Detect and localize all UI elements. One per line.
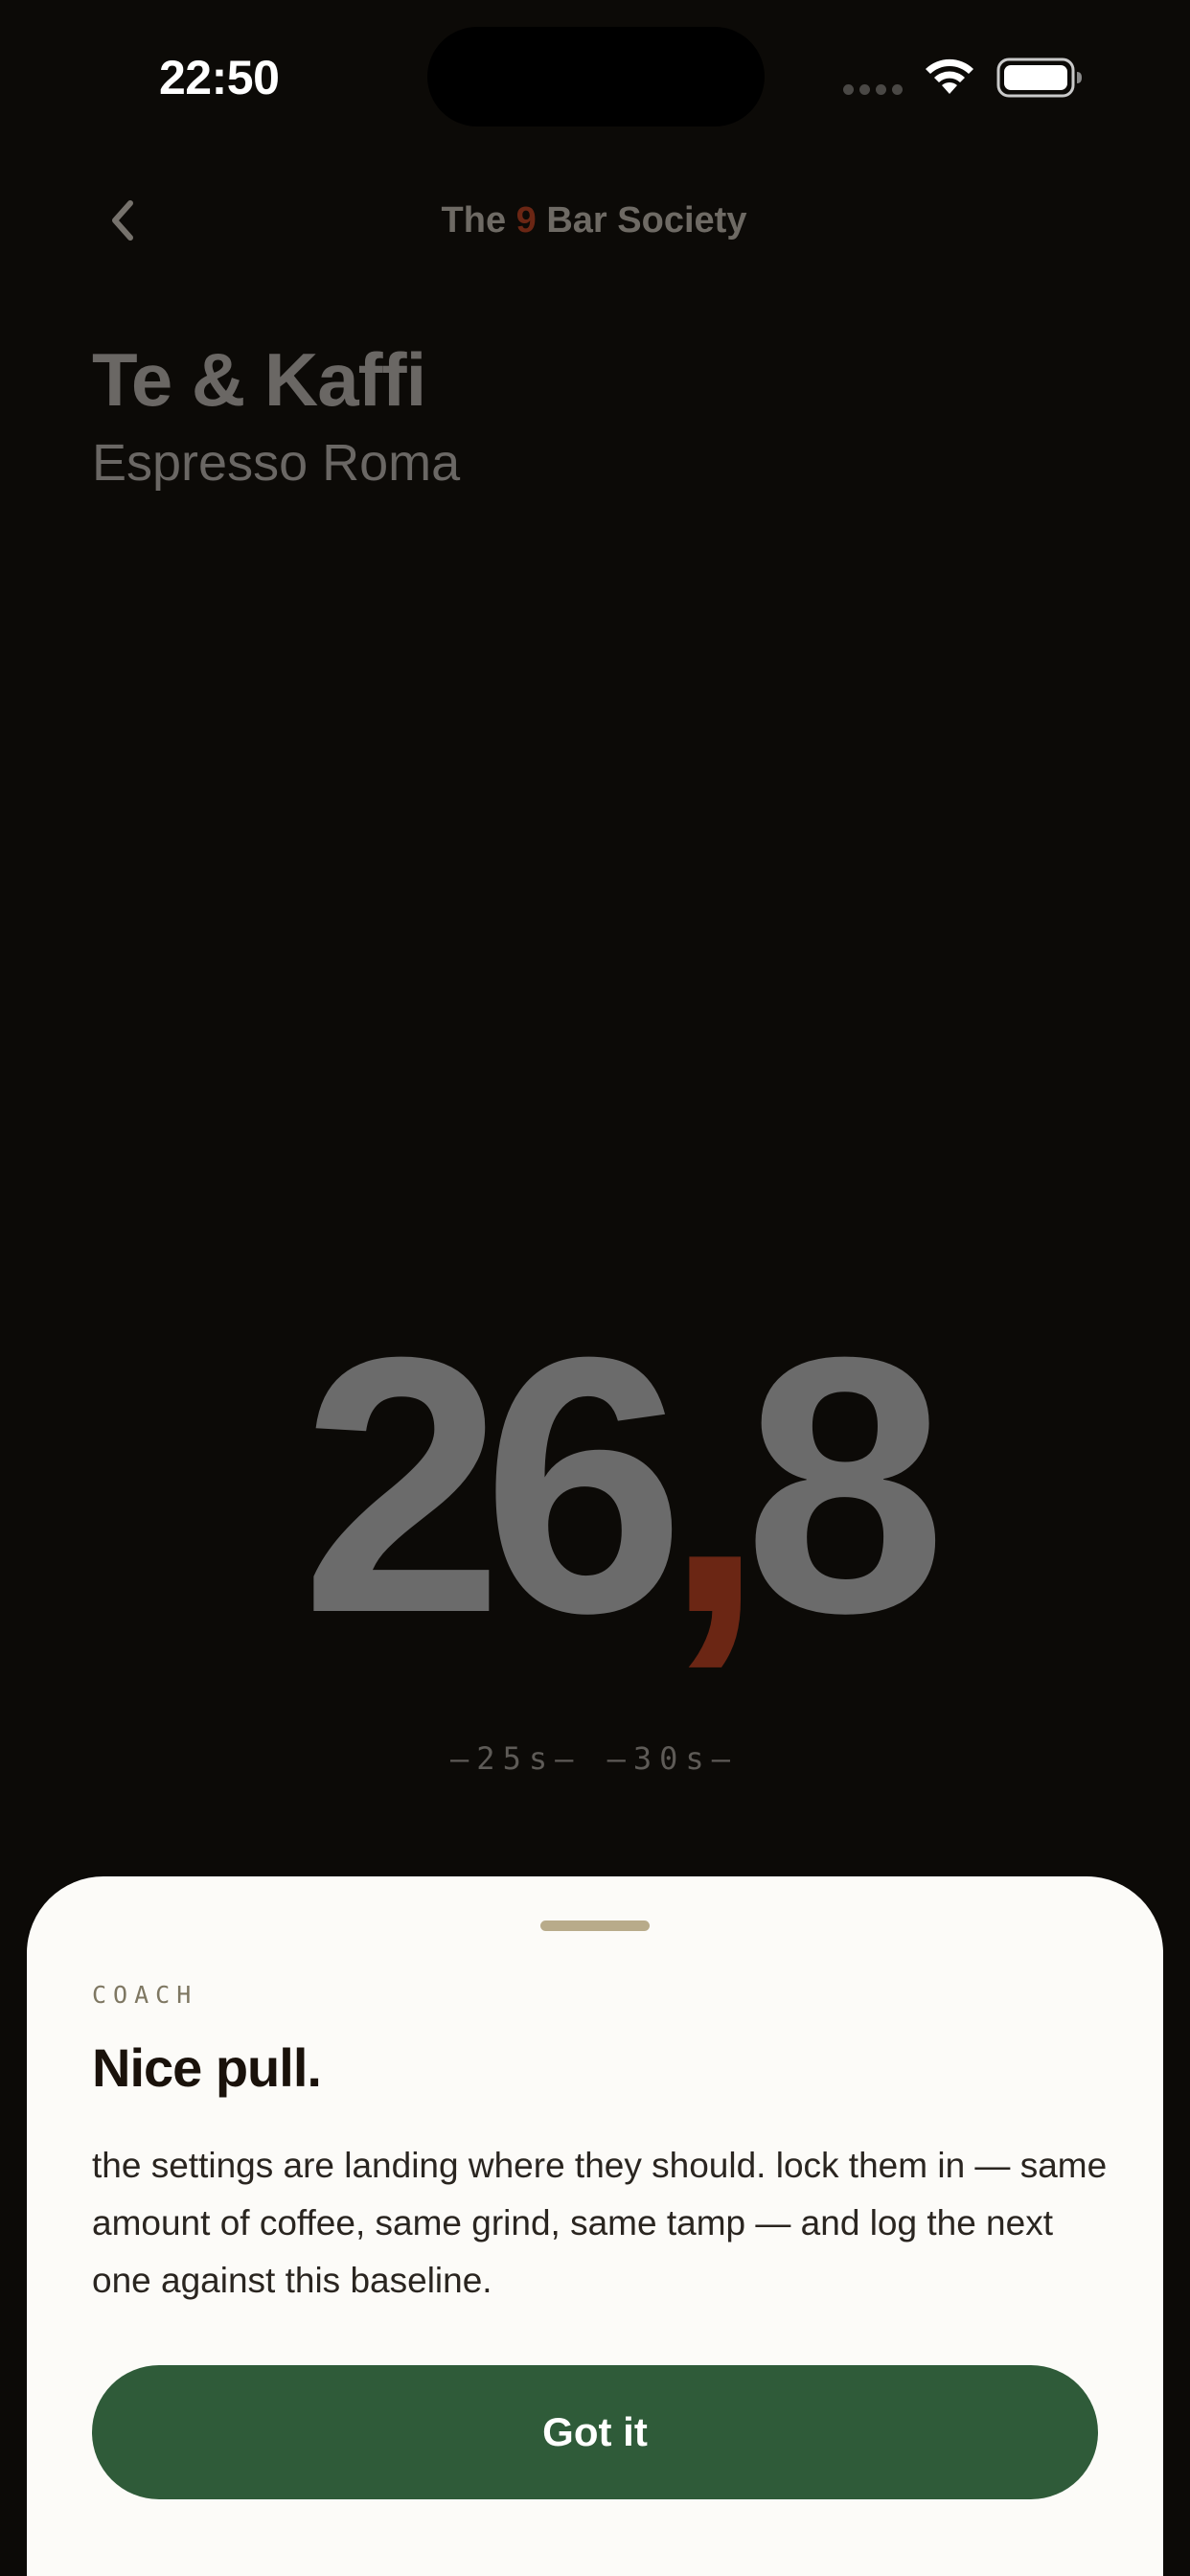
sheet-grabber[interactable] xyxy=(540,1920,650,1931)
coach-sheet: COACH Nice pull. the settings are landin… xyxy=(27,1876,1163,2576)
nav-title-prefix: The xyxy=(441,200,516,241)
cellular-signal-icon xyxy=(843,84,904,96)
coach-message: the settings are landing where they shou… xyxy=(92,2146,1108,2300)
shot-weight-readout: 26,8 xyxy=(220,1284,1006,1687)
got-it-button[interactable]: Got it xyxy=(92,2365,1098,2499)
chevron-left-icon xyxy=(112,200,133,241)
battery-icon xyxy=(996,58,1082,98)
coach-title: Nice pull. xyxy=(92,2037,322,2098)
cafe-name: Te & Kaffi xyxy=(92,337,426,422)
dynamic-island xyxy=(427,27,765,126)
coffee-name: Espresso Roma xyxy=(92,434,461,492)
nav-title: The 9 Bar Society xyxy=(287,192,901,249)
coach-label: COACH xyxy=(92,1981,198,2009)
wifi-icon xyxy=(926,58,973,94)
screen: 22:50 The 9 Bar Society Te & Kaffi Espre… xyxy=(0,0,1190,2576)
back-button[interactable] xyxy=(96,192,153,249)
nav-title-suffix: Bar Society xyxy=(536,200,747,241)
shot-weight-decimal: 8 xyxy=(744,1281,946,1689)
shot-weight-whole: 26 xyxy=(301,1281,685,1689)
target-time-range: –25s– –30s– xyxy=(450,1740,738,1777)
shot-weight-comma: , xyxy=(663,1281,765,1689)
nav-title-accent: 9 xyxy=(515,200,537,241)
status-time: 22:50 xyxy=(159,51,280,104)
